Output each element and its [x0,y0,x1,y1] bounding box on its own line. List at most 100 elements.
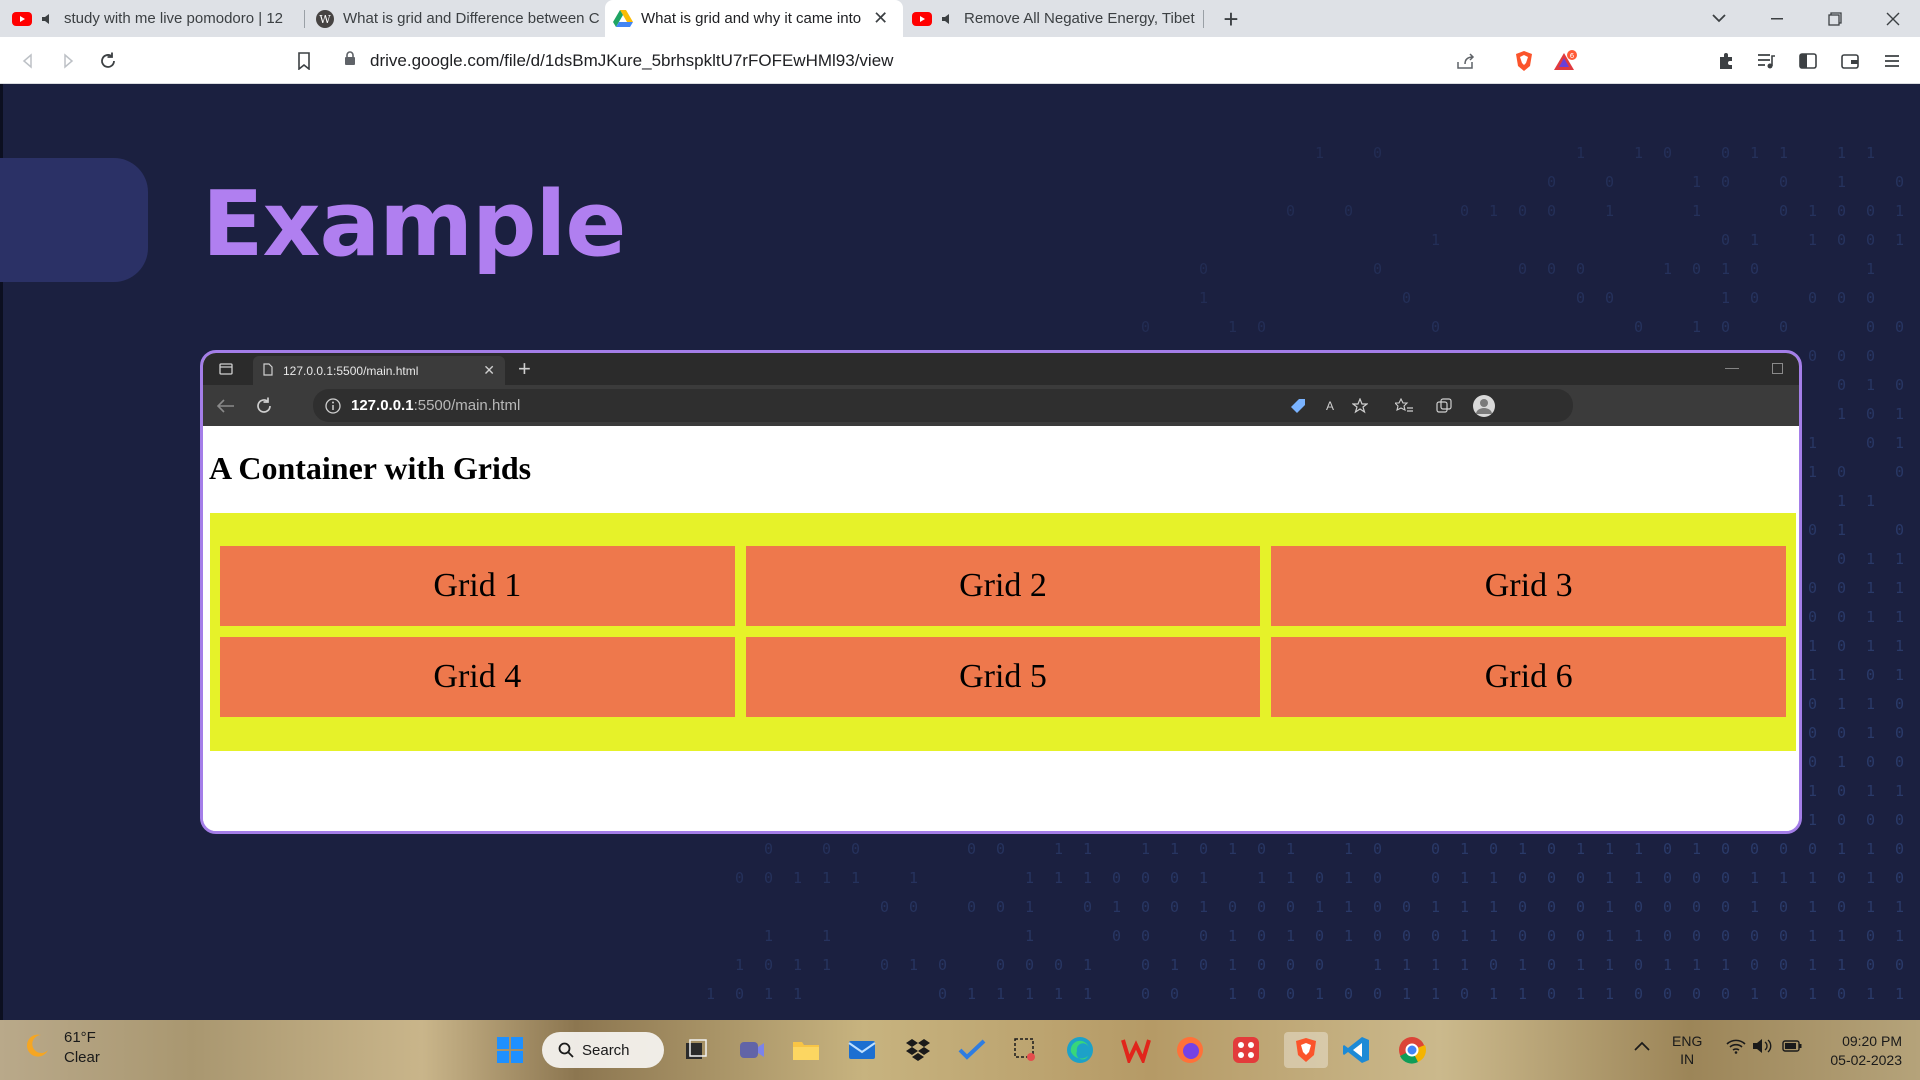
teams-chat-icon[interactable] [734,1032,770,1068]
windows-start-icon[interactable] [492,1032,528,1068]
restore-window-button[interactable] [1806,0,1864,37]
binary-digit: 1 [1895,579,1904,597]
binary-digit: 0 [1866,434,1875,452]
binary-digit: 0 [1141,956,1150,974]
brave-shields-icon[interactable] [1508,45,1540,77]
binary-digit: 0 [1692,927,1701,945]
binary-digit: 0 [1286,898,1295,916]
binary-digit: 1 [1779,144,1788,162]
forward-button[interactable] [52,45,84,77]
binary-digit: 1 [1895,927,1904,945]
weather-widget[interactable]: 61°F Clear [24,1028,100,1068]
wallet-icon[interactable] [1834,45,1866,77]
wifi-icon[interactable] [1726,1038,1746,1057]
close-window-button[interactable] [1864,0,1920,37]
file-explorer-icon[interactable] [788,1032,824,1068]
binary-digit: 1 [1286,869,1295,887]
binary-digit: 0 [1808,724,1817,742]
task-view-icon[interactable] [678,1032,714,1068]
binary-digit: 0 [1866,318,1875,336]
binary-digit: 1 [1634,144,1643,162]
volume-icon[interactable] [1752,1038,1772,1057]
binary-digit: 0 [1547,260,1556,278]
close-tab-icon[interactable]: ✕ [873,8,888,29]
vscode-icon[interactable] [1338,1032,1374,1068]
binary-digit: 1 [1170,956,1179,974]
menu-hamburger-icon[interactable] [1876,45,1908,77]
chrome-icon[interactable] [1394,1032,1430,1068]
binary-digit: 1 [1837,927,1846,945]
binary-digit: 1 [1866,144,1875,162]
binary-digit: 1 [1750,144,1759,162]
tab-search-chevron-icon[interactable] [1690,0,1748,37]
binary-digit: 1 [1895,898,1904,916]
binary-digit: 1 [1518,840,1527,858]
binary-digit: 1 [1866,260,1875,278]
brave-rewards-icon[interactable]: 6 [1550,45,1582,77]
binary-digit: 1 [1808,811,1817,829]
browser-tab-4[interactable]: Remove All Negative Energy, Tibet [912,0,1202,37]
snipping-tool-icon[interactable] [1008,1032,1044,1068]
minimize-window-button[interactable] [1748,0,1806,37]
sidebar-toggle-icon[interactable] [1792,45,1824,77]
dropbox-icon[interactable] [900,1032,936,1068]
taskbar-search[interactable]: Search [542,1032,664,1068]
browser-tab-1[interactable]: study with me live pomodoro | 12 [12,0,302,37]
address-bar[interactable]: drive.google.com/file/d/1dsBmJKure_5brhs… [330,43,1588,79]
binary-digit: 1 [1286,840,1295,858]
binary-digit: 0 [1837,811,1846,829]
share-icon[interactable] [1450,45,1482,77]
binary-digit: 1 [1344,869,1353,887]
browser-tab-2[interactable]: W What is grid and Difference between C [315,0,600,37]
binary-digit: 0 [1141,985,1150,1003]
bookmark-icon[interactable] [288,45,320,77]
binary-digit: 1 [1866,724,1875,742]
binary-digit: 1 [1199,898,1208,916]
inner-url-path: :5500/main.html [413,397,521,414]
app-grid-icon[interactable] [1228,1032,1264,1068]
firefox-icon[interactable] [1172,1032,1208,1068]
binary-digit: 0 [1257,840,1266,858]
binary-digit: 0 [1895,376,1904,394]
speaker-icon[interactable] [40,12,56,26]
edge-browser-icon[interactable] [1062,1032,1098,1068]
binary-digit: 0 [1866,666,1875,684]
binary-digit: 1 [1460,869,1469,887]
inner-tab-strip: 127.0.0.1:5500/main.html ✕ + — [203,353,1799,385]
browser-tab-3-active[interactable]: What is grid and why it came into ✕ [605,0,903,37]
binary-digit: 1 [1750,869,1759,887]
system-clock[interactable]: 09:20 PM 05-02-2023 [1830,1032,1902,1070]
media-queue-icon[interactable] [1750,45,1782,77]
binary-digit: 1 [1199,289,1208,307]
binary-digit: 1 [1692,840,1701,858]
language-indicator[interactable]: ENG IN [1672,1032,1702,1068]
back-button[interactable] [12,45,44,77]
tag-icon [1287,395,1309,417]
tab-title: study with me live pomodoro | 12 [64,10,284,27]
lock-icon[interactable] [344,51,356,71]
binary-digit: 0 [1576,898,1585,916]
battery-icon[interactable] [1782,1039,1802,1056]
reload-button[interactable] [92,45,124,77]
binary-digit: 1 [1286,927,1295,945]
binary-digit: 1 [1228,985,1237,1003]
wps-office-icon[interactable] [1118,1032,1154,1068]
binary-digit: 1 [1895,202,1904,220]
binary-digit: 0 [909,898,918,916]
binary-digit: 1 [735,956,744,974]
mail-icon[interactable] [844,1032,880,1068]
new-tab-button[interactable]: + [1216,4,1246,34]
binary-digit: 0 [764,869,773,887]
binary-digit: 0 [1605,289,1614,307]
binary-digit: 0 [1808,695,1817,713]
embedded-browser-window: 127.0.0.1:5500/main.html ✕ + — 127.0.0.1… [200,350,1802,834]
todo-check-icon[interactable] [954,1032,990,1068]
show-hidden-icons-chevron-icon[interactable] [1634,1038,1650,1054]
clock-time: 09:20 PM [1842,1033,1902,1049]
speaker-icon[interactable] [940,12,956,26]
binary-digit: 1 [1866,985,1875,1003]
binary-digit: 1 [1199,869,1208,887]
binary-digit: 1 [967,985,976,1003]
extensions-puzzle-icon[interactable] [1710,45,1742,77]
brave-taskbar-icon[interactable] [1284,1032,1328,1068]
